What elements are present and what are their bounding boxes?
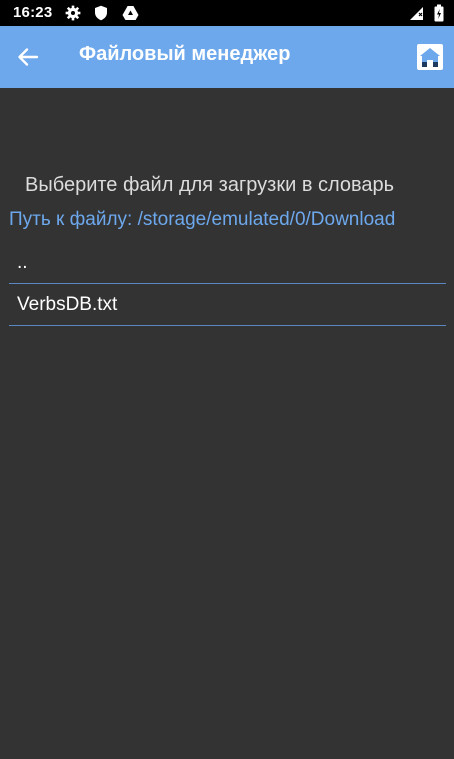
- instruction-text: Выберите файл для загрузки в словарь: [25, 174, 395, 196]
- gear-icon: [65, 5, 81, 21]
- status-icons-right: [403, 4, 444, 22]
- battery-icon: [434, 4, 444, 22]
- arrow-left-icon: [18, 48, 39, 66]
- page-title: Файловый менеджер: [79, 43, 291, 65]
- list-item-parent-dir[interactable]: ..: [9, 242, 446, 284]
- home-button[interactable]: [414, 41, 446, 73]
- file-path: Путь к файлу: /storage/emulated/0/Downlo…: [9, 209, 396, 230]
- app-bar: Файловый менеджер: [0, 26, 454, 88]
- list-item-file[interactable]: VerbsDB.txt: [9, 284, 446, 326]
- drive-icon: [122, 6, 139, 20]
- shield-icon: [95, 5, 108, 21]
- list-item-label: VerbsDB.txt: [17, 294, 118, 315]
- status-icons-left: [65, 5, 148, 21]
- status-time: 16:23: [13, 4, 53, 21]
- status-bar: 16:23: [0, 0, 454, 26]
- home-icon: [417, 44, 443, 70]
- signal-icon: [409, 7, 423, 20]
- list-item-label: ..: [17, 252, 28, 273]
- back-button[interactable]: [8, 35, 48, 79]
- file-list: .. VerbsDB.txt: [9, 242, 446, 326]
